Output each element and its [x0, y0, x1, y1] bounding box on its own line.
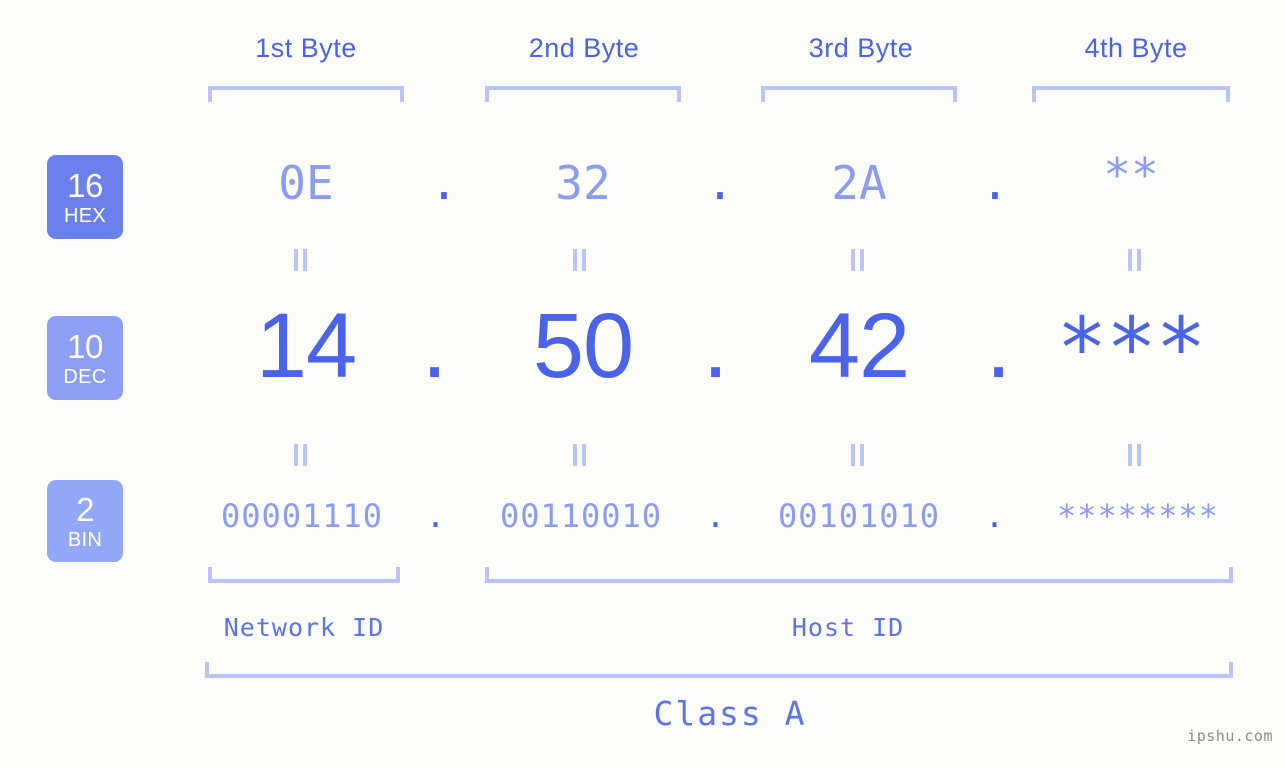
dec-byte-3: 42 [808, 295, 910, 397]
bin-byte-2: 00110010 [499, 497, 663, 535]
base-badge-bin-number: 2 [76, 490, 94, 528]
base-badge-hex-name: HEX [63, 204, 107, 227]
equals-mark-hex-dec-4 [1122, 249, 1148, 271]
bin-byte-1: 00001110 [220, 497, 384, 535]
equals-mark-hex-dec-1 [288, 249, 314, 271]
bin-dot-3: . [984, 497, 1006, 535]
equals-mark-dec-bin-1 [288, 444, 314, 466]
hex-dot-2: . [706, 156, 734, 210]
base-badge-hex: 16 HEX [47, 155, 123, 239]
hex-byte-4: ** [1103, 148, 1159, 202]
ip-address-breakdown-diagram: 1st Byte 2nd Byte 3rd Byte 4th Byte 16 H… [0, 0, 1285, 767]
base-badge-bin-name: BIN [67, 528, 103, 551]
byte-bracket-3 [761, 86, 957, 102]
dec-byte-2: 50 [532, 295, 634, 397]
host-id-bracket [485, 567, 1233, 583]
dec-byte-1: 14 [255, 295, 357, 397]
watermark: ipshu.com [1187, 727, 1273, 745]
hex-byte-3: 2A [831, 156, 887, 210]
hex-dot-3: . [981, 156, 1009, 210]
dec-byte-4: *** [1056, 299, 1207, 397]
hex-byte-2: 32 [555, 156, 611, 210]
byte-bracket-2 [485, 86, 681, 102]
byte-header-4: 4th Byte [1084, 33, 1188, 63]
equals-mark-hex-dec-2 [567, 249, 593, 271]
network-id-bracket [208, 567, 400, 583]
bin-byte-4: ******** [1056, 497, 1220, 535]
class-label: Class A [653, 694, 807, 733]
base-badge-dec-number: 10 [67, 327, 103, 365]
equals-mark-dec-bin-3 [845, 444, 871, 466]
base-badge-bin: 2 BIN [47, 480, 123, 562]
byte-header-1: 1st Byte [255, 33, 357, 63]
equals-mark-dec-bin-4 [1122, 444, 1148, 466]
hex-dot-1: . [430, 156, 458, 210]
byte-header-2: 2nd Byte [528, 33, 640, 63]
bin-byte-3: 00101010 [777, 497, 941, 535]
base-badge-dec: 10 DEC [47, 316, 123, 400]
class-bracket [205, 662, 1233, 678]
base-badge-hex-number: 16 [67, 166, 103, 204]
hex-byte-1: 0E [278, 156, 334, 210]
network-id-label: Network ID [223, 613, 385, 642]
equals-mark-hex-dec-3 [845, 249, 871, 271]
host-id-label: Host ID [791, 613, 905, 642]
bin-dot-1: . [425, 497, 447, 535]
dec-dot-3: . [985, 295, 1012, 397]
base-badge-dec-name: DEC [63, 365, 107, 388]
byte-bracket-4 [1032, 86, 1230, 102]
bin-dot-2: . [705, 497, 727, 535]
equals-mark-dec-bin-2 [567, 444, 593, 466]
byte-header-3: 3rd Byte [808, 33, 914, 63]
dec-dot-2: . [702, 295, 729, 397]
dec-dot-1: . [421, 295, 448, 397]
byte-bracket-1 [208, 86, 404, 102]
